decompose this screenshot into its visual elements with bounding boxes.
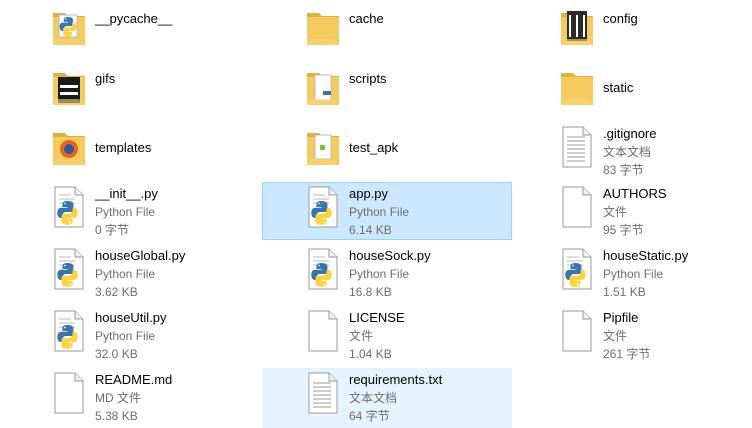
blank-file-icon — [557, 309, 597, 353]
blank-file-icon — [557, 185, 597, 229]
folder-config-icon — [557, 5, 597, 49]
file-name: AUTHORS — [603, 186, 667, 201]
file-item-requirements-txt[interactable]: requirements.txt 文本文档 64 字节 — [262, 368, 512, 428]
file-size: 261 字节 — [603, 347, 651, 361]
python-file-icon — [49, 309, 89, 353]
file-item-templates[interactable]: templates — [48, 124, 298, 182]
file-item-scripts[interactable]: scripts — [302, 64, 552, 122]
file-type: 文本文档 — [603, 145, 652, 159]
file-name: templates — [95, 140, 152, 155]
file-type: 文本文档 — [349, 391, 398, 405]
file-item-readme-md[interactable]: README.md MD 文件 5.38 KB — [48, 370, 298, 428]
file-size: 95 字节 — [603, 223, 644, 237]
file-name: houseSock.py — [349, 248, 431, 263]
file-name: LICENSE — [349, 310, 405, 325]
file-item-authors[interactable]: AUTHORS 文件 95 字节 — [556, 184, 752, 242]
file-item-pipfile[interactable]: Pipfile 文件 261 字节 — [556, 308, 752, 366]
file-size: 3.62 KB — [95, 285, 138, 299]
file-type: Python File — [603, 267, 664, 281]
folder-icon — [303, 5, 343, 49]
file-size: 64 字节 — [349, 409, 390, 423]
file-size: 83 字节 — [603, 163, 644, 177]
file-size: 6.14 KB — [349, 223, 392, 237]
file-item-gifs[interactable]: gifs — [48, 64, 298, 122]
file-type: 文件 — [603, 205, 628, 219]
file-size: 1.04 KB — [349, 347, 392, 361]
file-item-init-py[interactable]: __init__.py Python File 0 字节 — [48, 184, 298, 242]
text-document-icon — [557, 125, 597, 169]
file-item-test-apk[interactable]: test_apk — [302, 124, 552, 182]
folder-icon — [557, 65, 597, 109]
folder-scripts-icon — [303, 65, 343, 109]
folder-firefox-icon — [49, 125, 89, 169]
file-type: Python File — [349, 267, 410, 281]
blank-file-icon — [49, 371, 89, 415]
text-document-icon — [303, 371, 343, 415]
python-file-icon — [49, 247, 89, 291]
file-type: Python File — [95, 329, 156, 343]
file-name: houseUtil.py — [95, 310, 167, 325]
file-name: requirements.txt — [349, 372, 443, 387]
file-name: cache — [349, 11, 384, 26]
python-file-icon — [49, 185, 89, 229]
file-name: test_apk — [349, 140, 399, 155]
file-name: houseGlobal.py — [95, 248, 186, 263]
file-type: 文件 — [603, 329, 628, 343]
file-item-houseutil-py[interactable]: houseUtil.py Python File 32.0 KB — [48, 308, 298, 366]
file-name: config — [603, 11, 638, 26]
file-type: Python File — [95, 267, 156, 281]
file-item-housesock-py[interactable]: houseSock.py Python File 16.8 KB — [302, 246, 552, 304]
file-item-gitignore[interactable]: .gitignore 文本文档 83 字节 — [556, 124, 752, 182]
file-item-houseglobal-py[interactable]: houseGlobal.py Python File 3.62 KB — [48, 246, 298, 304]
file-size: 1.51 KB — [603, 285, 646, 299]
folder-apk-icon — [303, 125, 343, 169]
python-file-icon — [303, 247, 343, 291]
file-name: .gitignore — [603, 126, 657, 141]
blank-file-icon — [303, 309, 343, 353]
python-file-icon — [557, 247, 597, 291]
file-item-config[interactable]: config — [556, 4, 752, 62]
file-item-pycache[interactable]: __pycache__ — [48, 4, 298, 62]
file-name: __pycache__ — [95, 11, 173, 26]
file-size: 32.0 KB — [95, 347, 138, 361]
file-item-housestatic-py[interactable]: houseStatic.py Python File 1.51 KB — [556, 246, 752, 304]
file-name: Pipfile — [603, 310, 639, 325]
folder-python-icon — [49, 5, 89, 49]
file-item-cache[interactable]: cache — [302, 4, 552, 62]
file-name: houseStatic.py — [603, 248, 689, 263]
file-type: 文件 — [349, 329, 374, 343]
file-size: 16.8 KB — [349, 285, 392, 299]
file-name: gifs — [95, 71, 116, 86]
folder-image-icon — [49, 65, 89, 109]
file-item-static[interactable]: static — [556, 64, 752, 122]
file-type: Python File — [349, 205, 410, 219]
python-file-icon — [303, 185, 343, 229]
file-name: scripts — [349, 71, 387, 86]
file-item-app-py[interactable]: app.py Python File 6.14 KB — [262, 182, 512, 240]
file-name: static — [603, 80, 634, 95]
file-name: app.py — [349, 186, 389, 201]
file-item-license[interactable]: LICENSE 文件 1.04 KB — [302, 308, 552, 366]
